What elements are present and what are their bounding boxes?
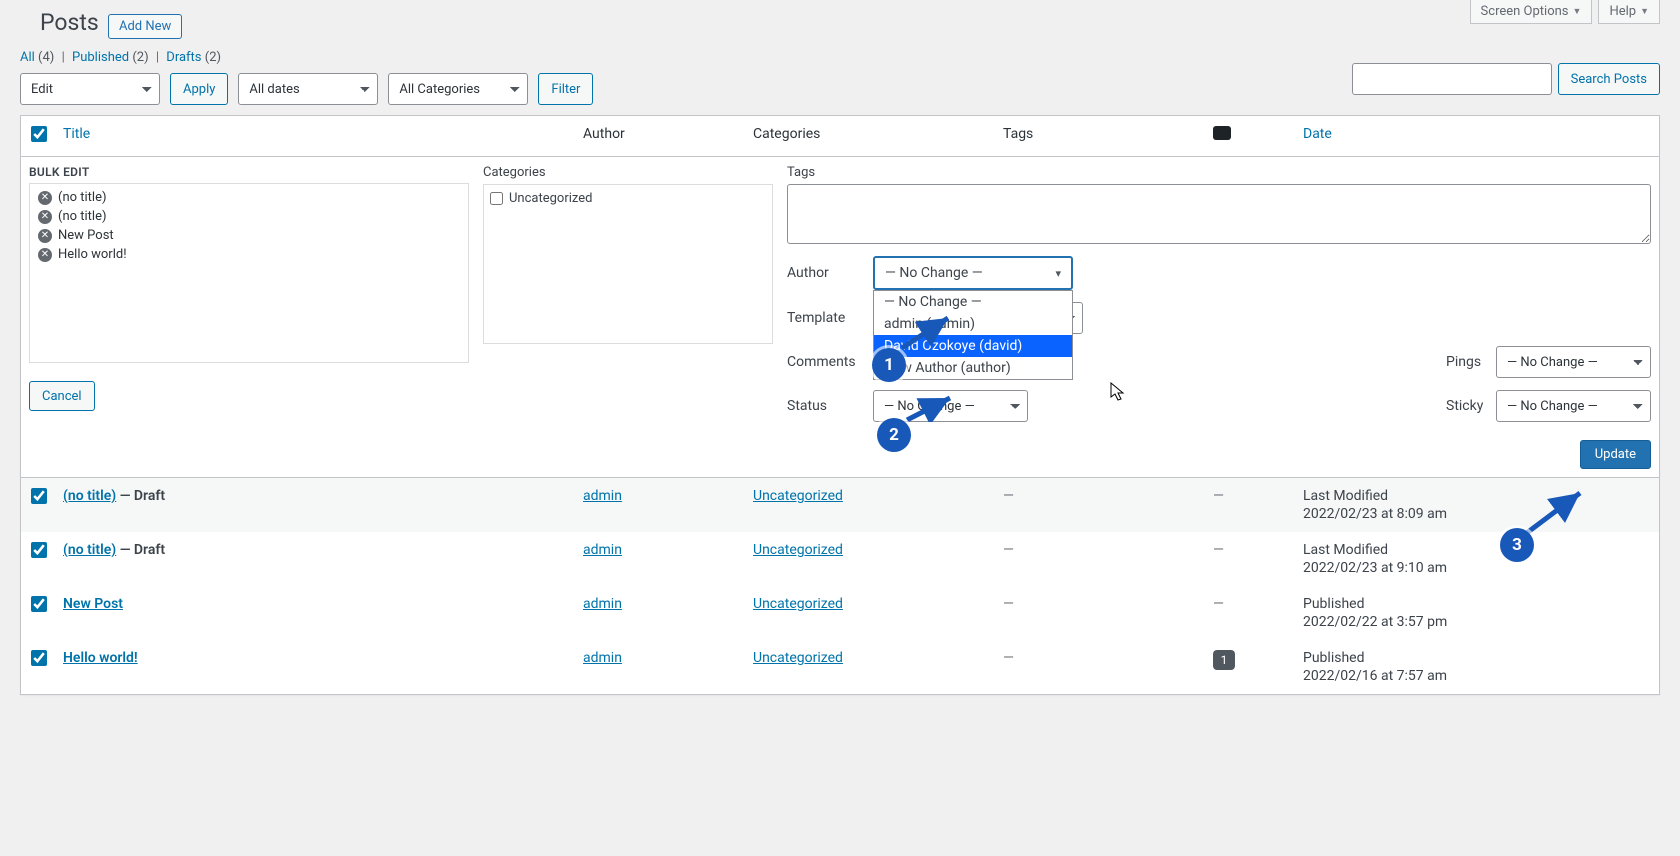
col-tags: Tags (993, 116, 1203, 157)
filter-button[interactable]: Filter (538, 73, 593, 105)
date-filter-select[interactable]: All dates (238, 73, 378, 105)
category-link[interactable]: Uncategorized (753, 650, 843, 666)
tags-value: — (1003, 650, 1014, 666)
category-checkbox[interactable] (490, 192, 503, 205)
row-checkbox[interactable] (31, 488, 47, 504)
sticky-field-label: Sticky (1426, 398, 1496, 414)
author-link[interactable]: admin (583, 596, 622, 612)
bulk-post-item: ✕ Hello world! (30, 245, 468, 264)
bulk-categories-label: Categories (483, 165, 773, 180)
author-option[interactable]: — No Change — (874, 291, 1072, 313)
bulk-post-item: ✕ (no title) (30, 207, 468, 226)
chevron-down-icon: ▾ (1055, 267, 1061, 280)
update-button[interactable]: Update (1580, 440, 1651, 469)
comments-value: — (1213, 542, 1224, 558)
bulk-edit-heading: BULK EDIT (29, 165, 469, 179)
annotation-bubble-3: 3 (1500, 528, 1534, 562)
bulk-post-item: ✕ (no title) (30, 188, 468, 207)
cursor-icon (1110, 382, 1126, 402)
remove-icon[interactable]: ✕ (38, 191, 52, 205)
post-title-link[interactable]: Hello world! (63, 650, 138, 666)
author-link[interactable]: admin (583, 488, 622, 504)
table-row: (no title) — Draft admin Uncategorized —… (21, 532, 1659, 586)
select-all-checkbox[interactable] (31, 126, 47, 142)
bulk-post-item: ✕ New Post (30, 226, 468, 245)
tags-value: — (1003, 488, 1014, 504)
annotation-bubble-2: 2 (877, 418, 911, 452)
col-categories: Categories (743, 116, 993, 157)
author-option[interactable]: admin (admin) (874, 313, 1072, 335)
bulk-tags-label: Tags (787, 165, 1651, 180)
filter-drafts[interactable]: Drafts (166, 50, 201, 65)
remove-icon[interactable]: ✕ (38, 248, 52, 262)
category-filter-select[interactable]: All Categories (388, 73, 528, 105)
help-tab[interactable]: Help ▼ (1598, 0, 1660, 24)
template-field-label: Template (787, 310, 873, 326)
search-input[interactable] (1352, 63, 1552, 95)
status-field-label: Status (787, 398, 873, 414)
category-option[interactable]: Uncategorized (490, 191, 766, 206)
row-checkbox[interactable] (31, 596, 47, 612)
date-when: 2022/02/16 at 7:57 am (1303, 668, 1649, 684)
pings-select[interactable]: — No Change — (1496, 346, 1651, 378)
date-when: 2022/02/23 at 8:09 am (1303, 506, 1649, 522)
filter-all[interactable]: All (20, 50, 35, 65)
comments-field-label: Comments (787, 354, 873, 370)
bulk-category-list[interactable]: Uncategorized (483, 184, 773, 344)
apply-button[interactable]: Apply (170, 73, 228, 105)
author-select[interactable]: — No Change — ▾ (873, 256, 1073, 290)
date-status: Published (1303, 596, 1649, 612)
col-title[interactable]: Title (63, 126, 90, 142)
screen-options-tab[interactable]: Screen Options ▼ (1470, 0, 1593, 24)
author-link[interactable]: admin (583, 650, 622, 666)
category-link[interactable]: Uncategorized (753, 542, 843, 558)
date-status: Last Modified (1303, 488, 1649, 504)
date-when: 2022/02/22 at 3:57 pm (1303, 614, 1649, 630)
help-label: Help (1609, 4, 1636, 19)
date-when: 2022/02/23 at 9:10 am (1303, 560, 1649, 576)
remove-icon[interactable]: ✕ (38, 210, 52, 224)
table-row: (no title) — Draft admin Uncategorized —… (21, 478, 1659, 532)
bulk-action-select[interactable]: Edit (20, 73, 160, 105)
col-author: Author (573, 116, 743, 157)
bulk-post-list[interactable]: ✕ (no title) ✕ (no title) ✕ New Post (29, 183, 469, 363)
page-title: Posts (20, 0, 99, 40)
table-row: Hello world! admin Uncategorized — 1 Pub… (21, 640, 1659, 694)
comments-column-icon (1213, 126, 1231, 140)
comments-value: — (1213, 596, 1224, 612)
category-link[interactable]: Uncategorized (753, 488, 843, 504)
tags-value: — (1003, 596, 1014, 612)
comments-value: — (1213, 488, 1224, 504)
remove-icon[interactable]: ✕ (38, 229, 52, 243)
tags-input[interactable] (787, 184, 1651, 244)
search-posts-button[interactable]: Search Posts (1558, 63, 1660, 95)
sticky-select[interactable]: — No Change — (1496, 390, 1651, 422)
add-new-button[interactable]: Add New (108, 14, 182, 39)
table-row: New Post admin Uncategorized — — Publish… (21, 586, 1659, 640)
author-link[interactable]: admin (583, 542, 622, 558)
comments-badge[interactable]: 1 (1213, 650, 1235, 670)
screen-options-label: Screen Options (1481, 4, 1569, 19)
posts-table: Title Author Categories Tags Date BULK E… (20, 115, 1660, 695)
date-status: Last Modified (1303, 542, 1649, 558)
author-field-label: Author (787, 265, 873, 281)
annotation-bubble-1: 1 (872, 348, 906, 382)
date-status: Published (1303, 650, 1649, 666)
category-link[interactable]: Uncategorized (753, 596, 843, 612)
post-state: — Draft (120, 488, 165, 504)
author-option[interactable]: David Ozokoye (david) (874, 335, 1072, 357)
row-checkbox[interactable] (31, 542, 47, 558)
post-state: — Draft (120, 542, 165, 558)
post-title-link[interactable]: (no title) (63, 542, 116, 558)
chevron-down-icon: ▼ (1640, 6, 1649, 17)
filter-published[interactable]: Published (72, 50, 129, 65)
tags-value: — (1003, 542, 1014, 558)
pings-field-label: Pings (1426, 354, 1496, 370)
col-date[interactable]: Date (1303, 126, 1332, 142)
row-checkbox[interactable] (31, 650, 47, 666)
cancel-button[interactable]: Cancel (29, 381, 95, 411)
post-title-link[interactable]: (no title) (63, 488, 116, 504)
chevron-down-icon: ▼ (1573, 6, 1582, 17)
post-title-link[interactable]: New Post (63, 596, 123, 612)
